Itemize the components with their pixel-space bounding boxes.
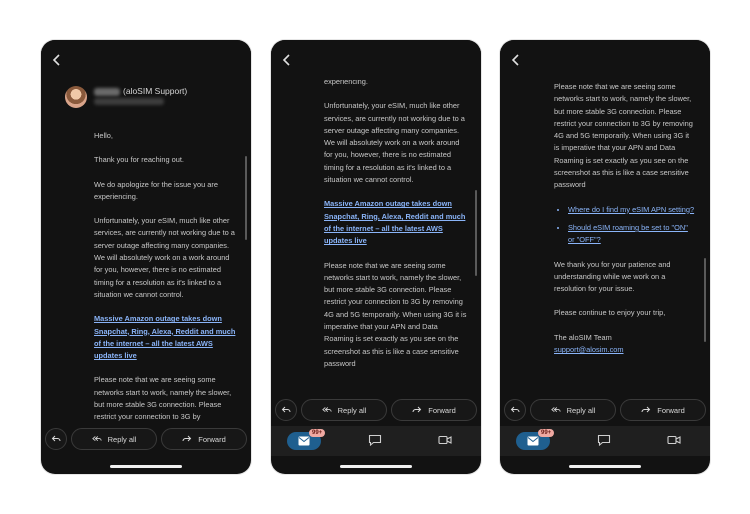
home-indicator	[569, 465, 641, 468]
greeting: Hello,	[94, 131, 113, 140]
redacted-name	[94, 87, 120, 96]
reply-all-icon	[321, 407, 332, 412]
reply-bar: Reply all Forward	[500, 395, 710, 425]
thanks-line: Thank you for reaching out.	[94, 155, 184, 165]
faq-link-apn[interactable]: Where do I find my eSIM APN setting?	[568, 205, 694, 214]
sender-name: (aloSIM Support)	[94, 85, 187, 97]
video-icon[interactable]	[438, 434, 452, 446]
unread-badge: 99+	[309, 429, 326, 437]
bottom-nav: 99+	[500, 426, 710, 456]
email-body: Please note that we are seeing some netw…	[500, 80, 710, 434]
email-toolbar	[271, 40, 481, 80]
reply-icon	[51, 435, 61, 442]
home-indicator	[110, 465, 182, 468]
scrollbar[interactable]	[245, 156, 247, 240]
home-indicator	[340, 465, 412, 468]
scrollbar[interactable]	[475, 190, 477, 276]
forward-label: Forward	[428, 405, 456, 415]
support-email-link[interactable]: support@alosim.com	[554, 345, 624, 354]
reply-button[interactable]	[275, 399, 297, 421]
mail-icon	[527, 436, 539, 446]
scrollbar[interactable]	[704, 258, 706, 342]
network-note-paragraph: Please note that we are seeing some netw…	[324, 260, 467, 368]
reply-all-icon	[550, 407, 561, 412]
redacted-date	[94, 98, 164, 105]
forward-icon	[641, 406, 651, 413]
sender-org: (aloSIM Support)	[123, 86, 188, 96]
back-arrow-icon[interactable]	[508, 52, 524, 68]
reply-all-icon	[91, 436, 102, 441]
enjoy-line: Please continue to enjoy your trip,	[554, 308, 666, 318]
reply-icon	[510, 406, 520, 413]
reply-all-label: Reply all	[107, 434, 137, 444]
email-body: experiencing. Unfortunately, your eSIM, …	[271, 80, 481, 434]
forward-button[interactable]: Forward	[391, 399, 477, 421]
list-item: Should eSIM roaming be set to "ON" or "O…	[568, 222, 696, 247]
forward-icon	[182, 435, 192, 442]
chat-icon[interactable]	[597, 434, 611, 446]
video-icon[interactable]	[667, 434, 681, 446]
network-note-paragraph: Please note that we are seeing some netw…	[554, 82, 693, 190]
news-link[interactable]: Massive Amazon outage takes down Snapcha…	[94, 313, 237, 362]
apology-paragraph: We do apologize for the issue you are ex…	[94, 179, 218, 201]
reply-all-label: Reply all	[566, 405, 596, 415]
reply-all-label: Reply all	[337, 405, 367, 415]
news-link[interactable]: Massive Amazon outage takes down Snapcha…	[324, 198, 467, 247]
faq-link-roaming[interactable]: Should eSIM roaming be set to "ON" or "O…	[568, 223, 688, 244]
unread-badge: 99+	[538, 429, 555, 437]
reply-all-button[interactable]: Reply all	[71, 428, 157, 450]
outage-paragraph: Unfortunately, your eSIM, much like othe…	[324, 101, 465, 185]
reply-all-button[interactable]: Reply all	[530, 399, 616, 421]
network-note-paragraph: Please note that we are seeing some netw…	[94, 375, 232, 422]
forward-button[interactable]: Forward	[161, 428, 247, 450]
phone-screen-3: Please note that we are seeing some netw…	[500, 40, 710, 474]
forward-button[interactable]: Forward	[620, 399, 706, 421]
faq-link-list: Where do I find my eSIM APN setting? Sho…	[554, 204, 696, 247]
reply-bar: Reply all Forward	[271, 395, 481, 425]
sender-header: (aloSIM Support)	[41, 80, 251, 124]
closing-thanks-paragraph: We thank you for your patience and under…	[554, 259, 671, 294]
back-arrow-icon[interactable]	[49, 52, 65, 68]
reply-all-button[interactable]: Reply all	[301, 399, 387, 421]
bottom-nav: 99+	[271, 426, 481, 456]
back-arrow-icon[interactable]	[279, 52, 295, 68]
forward-label: Forward	[657, 405, 685, 415]
list-item: Where do I find my eSIM APN setting?	[568, 204, 696, 216]
email-body: (aloSIM Support) Hello, Thank you for re…	[41, 80, 251, 424]
chat-icon[interactable]	[368, 434, 382, 446]
email-toolbar	[500, 40, 710, 80]
email-toolbar	[41, 40, 251, 80]
signature-name: The aloSIM Team	[554, 332, 612, 342]
reply-button[interactable]	[45, 428, 67, 450]
forward-label: Forward	[198, 434, 226, 444]
experiencing-line: experiencing.	[324, 80, 368, 86]
reply-button[interactable]	[504, 399, 526, 421]
reply-icon	[281, 406, 291, 413]
phone-screen-2: experiencing. Unfortunately, your eSIM, …	[271, 40, 481, 474]
phone-screen-1: (aloSIM Support) Hello, Thank you for re…	[41, 40, 251, 474]
reply-bar: Reply all Forward	[41, 424, 251, 454]
mail-icon	[298, 436, 310, 446]
avatar	[65, 86, 87, 108]
forward-icon	[412, 406, 422, 413]
outage-paragraph: Unfortunately, your eSIM, much like othe…	[94, 216, 235, 299]
